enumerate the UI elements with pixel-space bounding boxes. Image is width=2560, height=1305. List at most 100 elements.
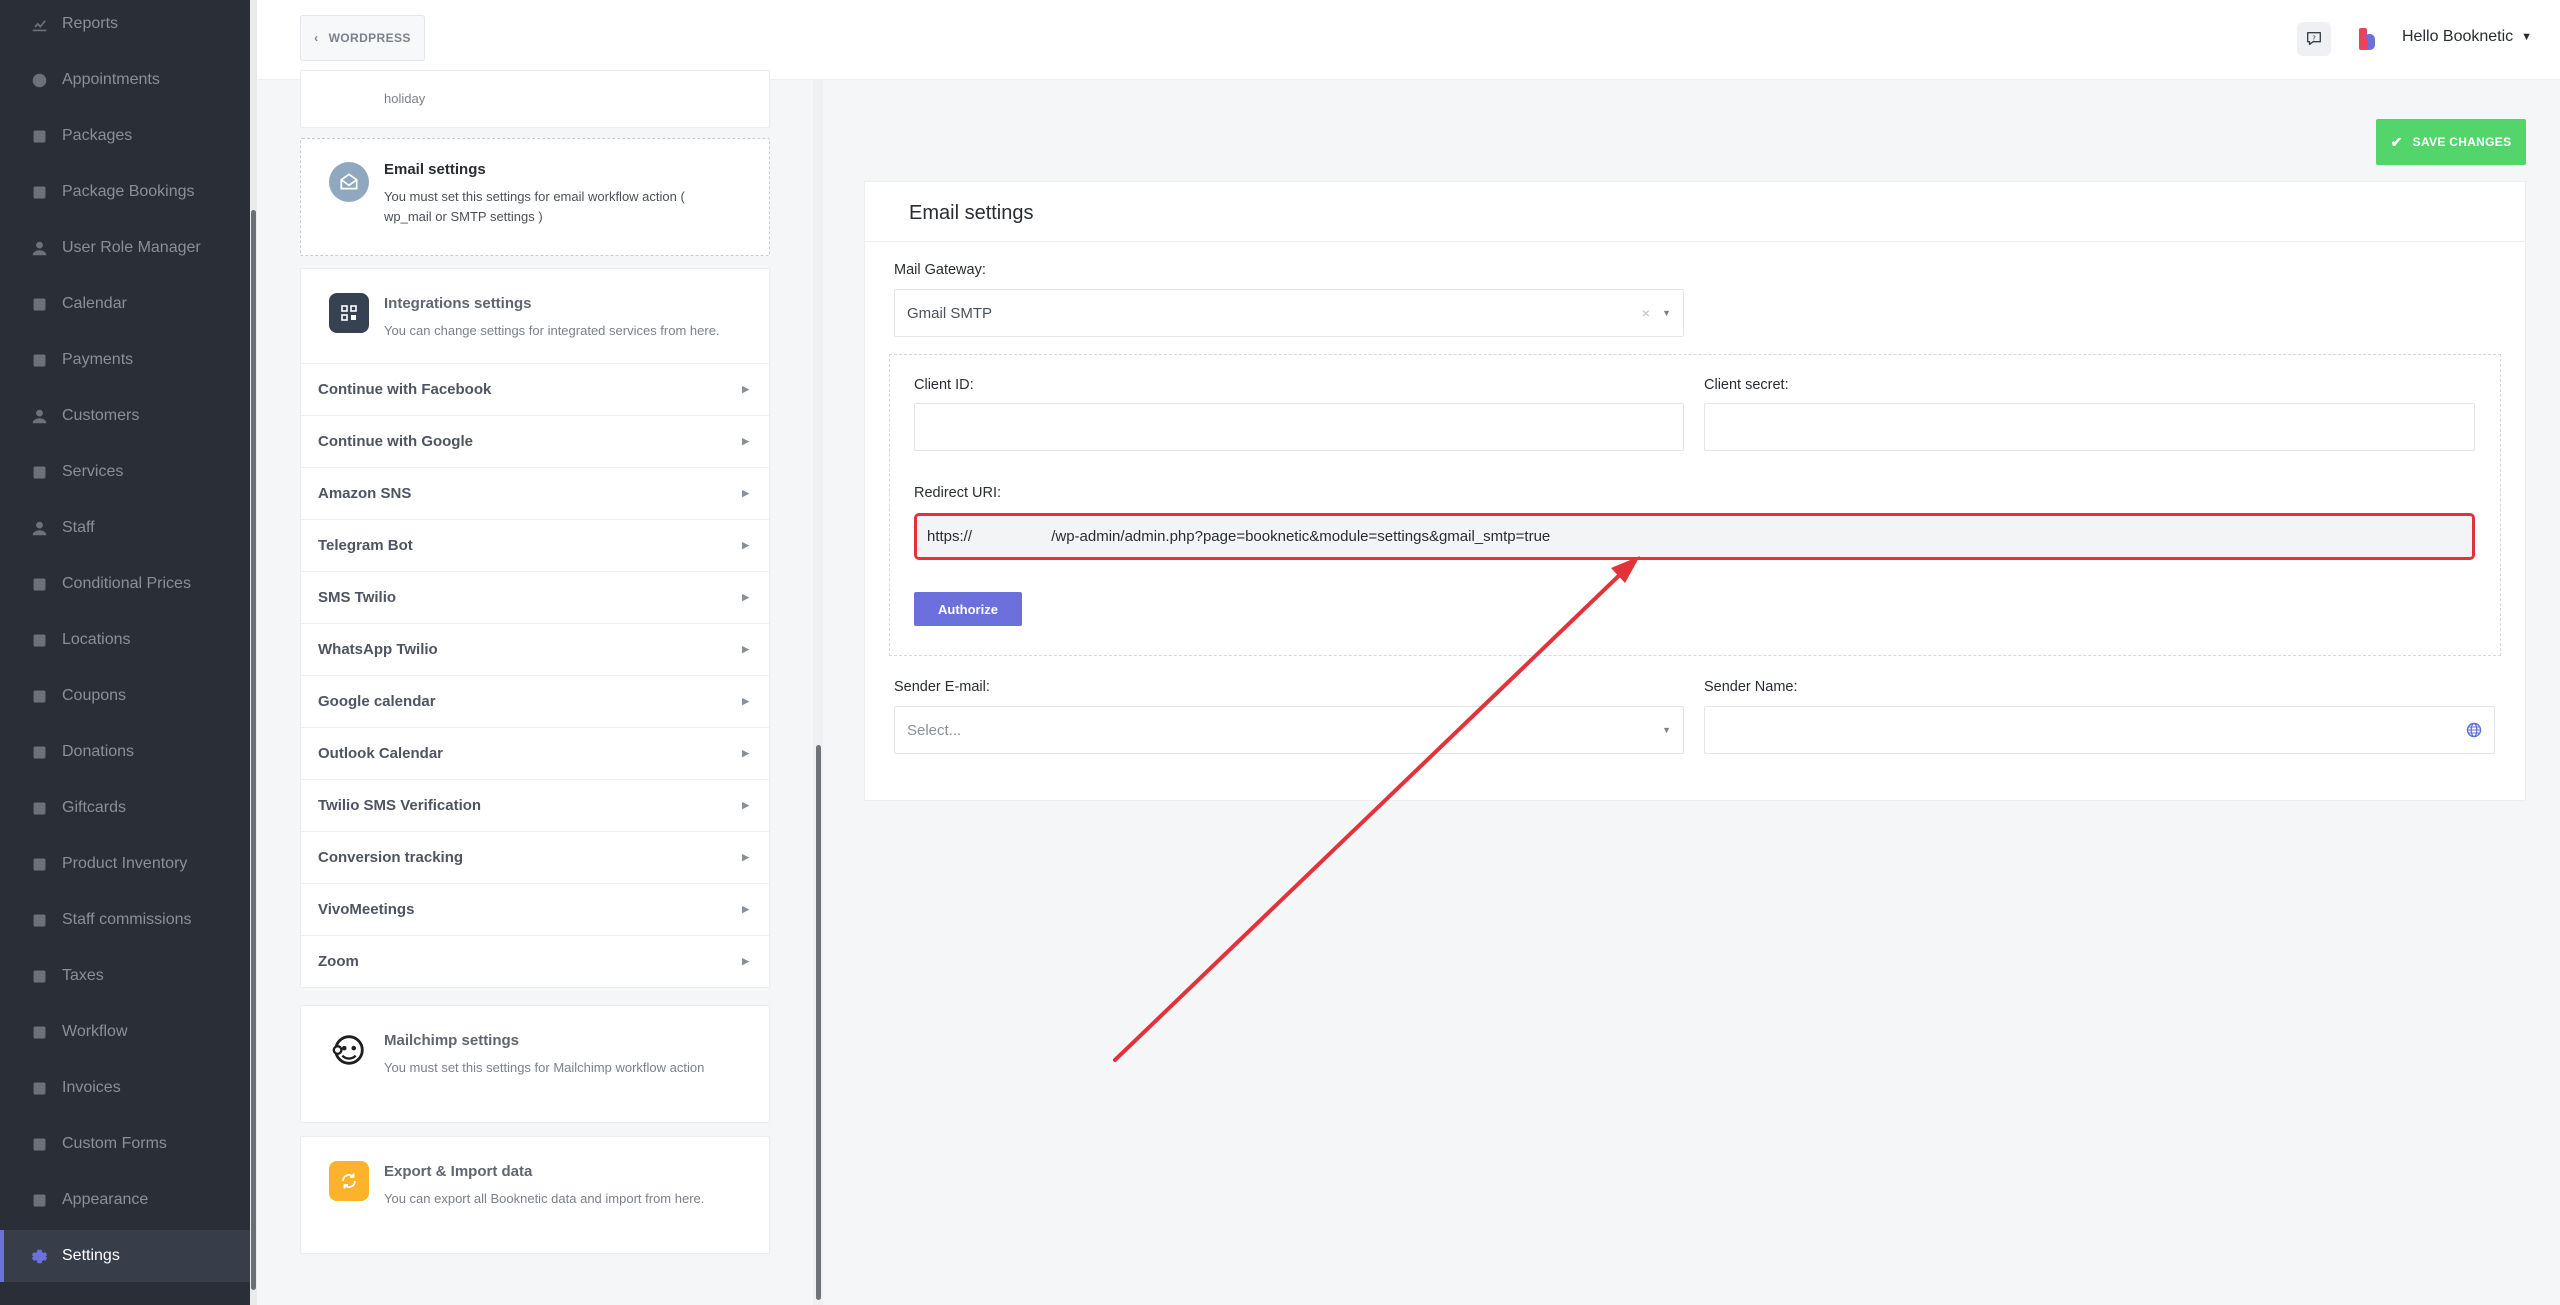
export-import-card[interactable]: Export & Import data You can export all …	[300, 1136, 770, 1254]
mail-gateway-label: Mail Gateway:	[894, 262, 986, 278]
caret-down-icon[interactable]: ▼	[1662, 308, 1671, 318]
integration-item-label: Google calendar	[318, 693, 436, 710]
back-label: WORDPRESS	[328, 31, 411, 45]
sidebar-item-staff[interactable]: Staff	[0, 502, 250, 554]
sidebar-item-calendar[interactable]: Calendar	[0, 278, 250, 330]
sidebar-item-product-inventory[interactable]: Product Inventory	[0, 838, 250, 890]
caret-right-icon: ▶	[742, 696, 749, 706]
sidebar-item-staff-commissions[interactable]: Staff commissions	[0, 894, 250, 946]
email-settings-card[interactable]: Email settings You must set this setting…	[300, 138, 770, 256]
sidebar-item-payments[interactable]: Payments	[0, 334, 250, 386]
sender-email-select[interactable]: Select... ▼	[894, 706, 1684, 754]
mailchimp-settings-card[interactable]: Mailchimp settings You must set this set…	[300, 1005, 770, 1123]
panel-header: Email settings	[865, 182, 2525, 242]
export-import-desc: You can export all Booknetic data and im…	[384, 1191, 705, 1206]
sidebar-item-services[interactable]: Services	[0, 446, 250, 498]
client-secret-label: Client secret:	[1704, 377, 1789, 393]
authorize-button[interactable]: Authorize	[914, 592, 1022, 626]
integration-item[interactable]: Zoom ▶	[301, 935, 769, 987]
redirect-uri-field[interactable]: https:// /wp-admin/admin.php?page=bookne…	[914, 513, 2475, 560]
sidebar-item-customers[interactable]: Customers	[0, 390, 250, 442]
sidebar-item-package-bookings[interactable]: Package Bookings	[0, 166, 250, 218]
email-settings-title: Email settings	[384, 161, 486, 178]
integration-item-label: Twilio SMS Verification	[318, 797, 482, 814]
integration-item-label: Continue with Facebook	[318, 381, 492, 398]
sidebar-item-settings[interactable]: Settings	[0, 1230, 250, 1282]
client-id-input[interactable]	[914, 403, 1684, 451]
clock-icon	[30, 71, 48, 89]
sidebar-item-label: Calendar	[62, 295, 127, 312]
sidebar-item-taxes[interactable]: Taxes	[0, 950, 250, 1002]
help-chat-button[interactable]: ?	[2297, 22, 2331, 56]
sync-icon	[329, 1161, 369, 1201]
client-secret-input[interactable]	[1704, 403, 2475, 451]
top-bar: ‹ WORDPRESS ? Hello Booknetic ▼	[257, 0, 2560, 80]
sidebar-item-reports[interactable]: Reports	[0, 0, 250, 50]
integration-item[interactable]: Google calendar ▶	[301, 675, 769, 727]
mail-gateway-select[interactable]: Gmail SMTP × ▼	[894, 289, 1684, 337]
sidebar-item-donations[interactable]: Donations	[0, 726, 250, 778]
sidebar-item-giftcards[interactable]: Giftcards	[0, 782, 250, 834]
gear-icon	[30, 1247, 48, 1265]
integration-item[interactable]: Outlook Calendar ▶	[301, 727, 769, 779]
sidebar-item-appearance[interactable]: Appearance	[0, 1174, 250, 1226]
holidays-card[interactable]: holiday	[300, 70, 770, 128]
user-menu[interactable]: Hello Booknetic ▼	[2402, 28, 2532, 46]
sidebar-item-label: Conditional Prices	[62, 575, 191, 592]
sidebar-item-workflow[interactable]: Workflow	[0, 1006, 250, 1058]
integration-item[interactable]: Conversion tracking ▶	[301, 831, 769, 883]
invoice-icon	[30, 1079, 48, 1097]
integration-item[interactable]: Amazon SNS ▶	[301, 467, 769, 519]
sidebar-item-coupons[interactable]: Coupons	[0, 670, 250, 722]
integration-item[interactable]: VivoMeetings ▶	[301, 883, 769, 935]
sidebar-item-appointments[interactable]: Appointments	[0, 54, 250, 106]
integration-item[interactable]: Continue with Google ▶	[301, 415, 769, 467]
email-settings-panel: Email settings Mail Gateway: Gmail SMTP …	[864, 181, 2526, 801]
sidebar-scrollbar[interactable]	[250, 0, 257, 1305]
package-booking-icon	[30, 183, 48, 201]
users-icon	[30, 407, 48, 425]
user-cog-icon	[30, 239, 48, 257]
caret-right-icon: ▶	[742, 488, 749, 498]
sidebar-item-conditional-prices[interactable]: Conditional Prices	[0, 558, 250, 610]
integration-item-label: Zoom	[318, 953, 359, 970]
settings-list-panel: holiday Email settings You must set this…	[257, 70, 823, 1305]
sidebar-item-label: Reports	[62, 15, 119, 32]
sidebar-item-label: Appearance	[62, 1191, 149, 1208]
integration-item[interactable]: SMS Twilio ▶	[301, 571, 769, 623]
check-icon: ✔	[2390, 133, 2403, 150]
dollar-icon	[30, 575, 48, 593]
sidebar-item-user-role-manager[interactable]: User Role Manager	[0, 222, 250, 274]
save-changes-button[interactable]: ✔ SAVE CHANGES	[2376, 119, 2526, 165]
clear-icon[interactable]: ×	[1642, 305, 1650, 321]
envelope-icon	[329, 162, 369, 202]
chevron-down-icon: ▼	[2521, 31, 2533, 43]
integrations-settings-desc: You can change settings for integrated s…	[384, 323, 720, 338]
gmail-smtp-config-box	[889, 354, 2501, 656]
caret-down-icon[interactable]: ▼	[1662, 725, 1671, 735]
sidebar-item-packages[interactable]: Packages	[0, 110, 250, 162]
redirect-uri-label: Redirect URI:	[914, 485, 1002, 501]
back-to-wordpress-button[interactable]: ‹ WORDPRESS	[300, 15, 425, 61]
sidebar-item-locations[interactable]: Locations	[0, 614, 250, 666]
integration-item[interactable]: Telegram Bot ▶	[301, 519, 769, 571]
integration-item-label: SMS Twilio	[318, 589, 397, 606]
tools-icon	[30, 855, 48, 873]
integration-item[interactable]: WhatsApp Twilio ▶	[301, 623, 769, 675]
sidebar-item-invoices[interactable]: Invoices	[0, 1062, 250, 1114]
integration-item[interactable]: Twilio SMS Verification ▶	[301, 779, 769, 831]
sender-name-input[interactable]	[1704, 706, 2495, 754]
sidebar-item-label: Customers	[62, 407, 140, 424]
sidebar-item-custom-forms[interactable]: Custom Forms	[0, 1118, 250, 1170]
sidebar-item-label: Payments	[62, 351, 134, 368]
settings-list-scrollbar-thumb[interactable]	[816, 745, 821, 1300]
integration-item[interactable]: Continue with Facebook ▶	[301, 363, 769, 415]
sidebar-scrollbar-thumb[interactable]	[251, 210, 256, 1290]
mailchimp-settings-title: Mailchimp settings	[384, 1032, 520, 1049]
globe-icon[interactable]	[2466, 722, 2482, 738]
settings-list-scrollbar[interactable]	[813, 80, 823, 1305]
caret-right-icon: ▶	[742, 852, 749, 862]
handshake-icon	[30, 911, 48, 929]
sidebar-item-label: Product Inventory	[62, 855, 188, 872]
chat-question-icon: ?	[2307, 32, 2321, 46]
